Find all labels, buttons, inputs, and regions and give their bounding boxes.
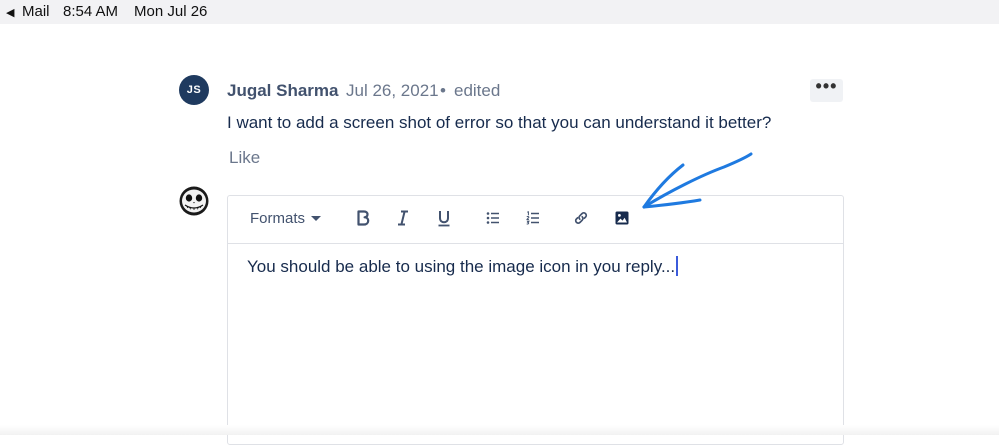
- underline-icon: [438, 210, 450, 226]
- formats-label: Formats: [250, 209, 306, 227]
- numbered-list-button[interactable]: [522, 206, 544, 230]
- italic-icon: [398, 210, 408, 226]
- annotation-arrow-icon: [642, 152, 753, 209]
- formats-dropdown[interactable]: Formats: [250, 206, 322, 230]
- back-to-mail-link[interactable]: Mail: [22, 3, 50, 20]
- reply-input[interactable]: You should be able to using the image ic…: [247, 256, 679, 277]
- edited-label: edited: [454, 81, 501, 100]
- caret-down-icon: [311, 215, 322, 221]
- numbered-list-icon: [526, 211, 539, 225]
- back-arrow-icon[interactable]: ◀: [6, 6, 14, 19]
- meta-separator: •: [440, 81, 446, 100]
- status-bar: ◀ Mail 8:54 AM Mon Jul 26: [0, 0, 999, 24]
- current-user-avatar: [179, 186, 209, 216]
- comment-date[interactable]: Jul 26, 2021: [346, 81, 439, 101]
- text-cursor: [676, 256, 679, 276]
- status-time: 8:54 AM: [63, 3, 119, 20]
- bottom-edge: [0, 425, 999, 435]
- reply-editor[interactable]: Formats You should be able to using the …: [227, 195, 844, 445]
- author-name[interactable]: Jugal Sharma: [227, 81, 339, 101]
- bullet-list-icon: [486, 212, 499, 224]
- bullet-list-button[interactable]: [482, 206, 504, 230]
- link-button[interactable]: [570, 206, 592, 230]
- reply-input-text: You should be able to using the image ic…: [247, 257, 676, 276]
- image-icon: [615, 211, 629, 225]
- like-button[interactable]: Like: [229, 148, 260, 168]
- more-actions-button[interactable]: •••: [810, 77, 843, 102]
- comment-body: I want to add a screen shot of error so …: [227, 113, 772, 132]
- bold-icon: [357, 210, 370, 226]
- author-avatar[interactable]: JS: [179, 75, 209, 105]
- underline-button[interactable]: [433, 206, 455, 230]
- status-date: Mon Jul 26: [134, 3, 208, 20]
- bold-button[interactable]: [352, 206, 374, 230]
- link-icon: [574, 212, 588, 224]
- italic-button[interactable]: [392, 206, 414, 230]
